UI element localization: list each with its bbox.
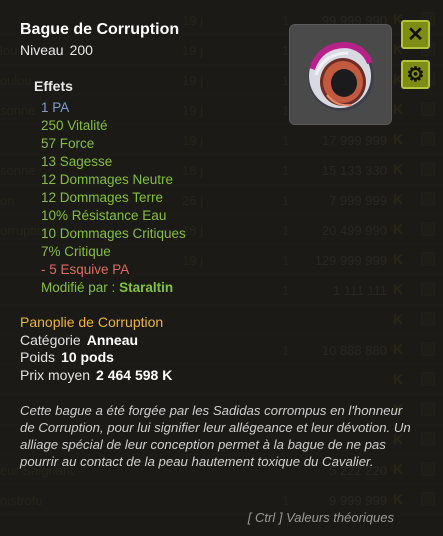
gear-icon: ⚙ bbox=[406, 64, 425, 86]
category-value: Anneau bbox=[86, 332, 139, 348]
effect-line: 12 Dommages Terre bbox=[41, 190, 164, 205]
effect-line: 12 Dommages Neutre bbox=[41, 172, 174, 187]
theoretical-values-hint: [ Ctrl ] Valeurs théoriques bbox=[247, 510, 394, 525]
avg-price-label: Prix moyen bbox=[20, 367, 91, 383]
category-label: Catégorie bbox=[20, 332, 81, 348]
avg-price-row: Prix moyen 2 464 598 K bbox=[20, 367, 172, 383]
avg-price-value: 2 464 598 K bbox=[96, 367, 173, 383]
modified-by-label: Modifié par : bbox=[41, 280, 116, 295]
weight-value: 10 pods bbox=[61, 349, 114, 365]
item-description: Cette bague a été forgée par les Sadidas… bbox=[20, 403, 411, 469]
close-icon: ✕ bbox=[407, 24, 424, 46]
effects-heading: Effets bbox=[34, 78, 73, 94]
effect-line: 57 Force bbox=[41, 136, 95, 151]
ring-icon bbox=[308, 41, 374, 111]
effect-line: 1 PA bbox=[41, 100, 70, 115]
category-row: Catégorie Anneau bbox=[20, 332, 138, 348]
weight-label: Poids bbox=[20, 349, 56, 365]
modified-by-value: Staraltin bbox=[119, 280, 174, 295]
modified-by: Modifié par : Staraltin bbox=[41, 279, 186, 297]
item-title: Bague de Corruption bbox=[20, 21, 180, 38]
close-button[interactable]: ✕ bbox=[401, 20, 430, 49]
item-image-frame bbox=[289, 24, 392, 125]
effects-list: 1 PA 250 Vitalité 57 Force 13 Sagesse 12… bbox=[41, 99, 186, 297]
effect-line: 7% Critique bbox=[41, 244, 111, 259]
effect-line: - 5 Esquive PA bbox=[41, 262, 130, 277]
effect-line: 13 Sagesse bbox=[41, 154, 113, 169]
level-label: Niveau bbox=[20, 42, 64, 58]
effect-line: 10 Dommages Critiques bbox=[41, 226, 186, 241]
effect-line: 250 Vitalité bbox=[41, 118, 108, 133]
item-level: Niveau 200 bbox=[20, 42, 93, 58]
level-value: 200 bbox=[69, 42, 93, 58]
settings-button[interactable]: ⚙ bbox=[401, 60, 430, 89]
effect-line: 10% Résistance Eau bbox=[41, 208, 167, 223]
set-name-link[interactable]: Panoplie de Corruption bbox=[20, 314, 163, 330]
item-tooltip: Bague de Corruption Niveau 200 ✕ ⚙ Effets… bbox=[0, 0, 443, 536]
weight-row: Poids 10 pods bbox=[20, 349, 114, 365]
